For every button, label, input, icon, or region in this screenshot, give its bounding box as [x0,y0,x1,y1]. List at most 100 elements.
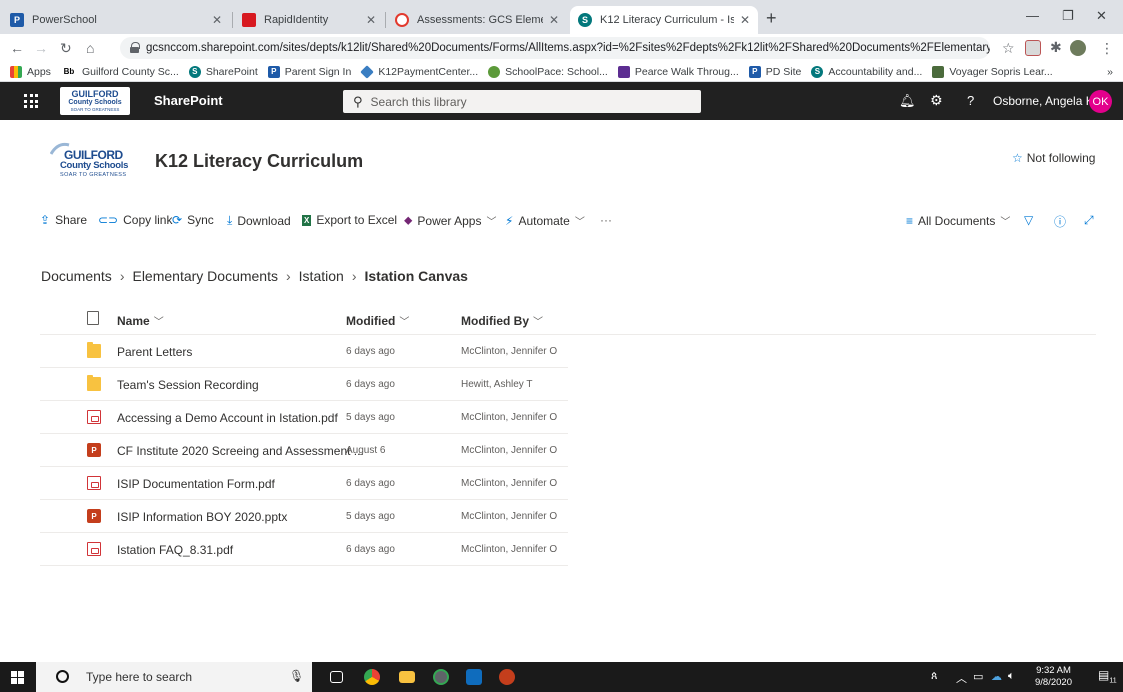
browser-toolbar: ← → ↻ ⌂ gcsnccom.sharepoint.com/sites/de… [0,34,1123,62]
table-row[interactable]: P CF Institute 2020 Screeing and Assessm… [40,434,568,467]
sync-button[interactable]: ⟳ Sync [172,213,214,227]
guilford-logo-small[interactable]: GUILFORD County Schools SOAR TO GREATNES… [60,87,130,115]
download-button[interactable]: ⤓ Download [227,213,291,228]
power-apps-menu[interactable]: ⬥ Power Apps ﹀ [404,213,496,228]
share-button[interactable]: ⇪ Share [40,213,87,227]
modified-date: 6 days ago [346,379,395,390]
forward-arrow-icon[interactable]: → [34,40,48,56]
chevron-up-icon[interactable]: ︿ [956,670,967,686]
powerpoint-taskbar-icon[interactable] [499,669,515,685]
browser-tab-rapididentity[interactable]: RapidIdentity ✕ [234,6,384,34]
bookmark-sharepoint[interactable]: S SharePoint [188,65,258,78]
filter-icon[interactable]: ▽ [1024,213,1033,227]
breadcrumb-documents[interactable]: Documents [41,268,112,284]
bookmark-k12paymentcenter[interactable]: K12PaymentCenter... [360,64,478,79]
table-row[interactable]: Accessing a Demo Account in Istation.pdf… [40,401,568,434]
file-name[interactable]: Parent Letters [117,345,192,359]
close-tab-icon[interactable]: ✕ [740,13,750,27]
close-tab-icon[interactable]: ✕ [212,13,222,27]
more-bookmarks-button[interactable]: » [1107,66,1113,78]
user-avatar[interactable]: OK [1089,90,1112,113]
file-name[interactable]: Team's Session Recording [117,378,259,392]
bookmark-parent-sign-in[interactable]: P Parent Sign In [267,65,351,78]
file-name[interactable]: ISIP Documentation Form.pdf [117,477,275,491]
column-header-modified-by[interactable]: Modified By ﹀ [461,313,543,328]
sharepoint-brand-link[interactable]: SharePoint [154,93,223,108]
breadcrumb-istation[interactable]: Istation [299,268,344,284]
more-commands-button[interactable]: ··· [600,213,612,227]
table-row[interactable]: P ISIP Information BOY 2020.pptx 5 days … [40,500,568,533]
onedrive-cloud-icon[interactable]: ☁ [991,670,1002,683]
back-arrow-icon[interactable]: ← [10,40,24,56]
file-name[interactable]: CF Institute 2020 Screeing and Assessmen… [117,444,364,458]
close-window-button[interactable]: ✕ [1096,8,1107,24]
file-type-column-icon[interactable] [87,311,99,325]
bookmark-schoolpace[interactable]: SchoolPace: School... [488,65,608,78]
browser-tab-powerschool[interactable]: P PowerSchool ✕ [2,6,230,34]
menu-kebab-icon[interactable]: ⋮ [1100,40,1114,57]
bookmark-guilford-county[interactable]: Bb Guilford County Sc... [61,66,179,78]
bookmark-voyager-sopris[interactable]: Voyager Sopris Lear... [932,65,1053,78]
view-selector[interactable]: ≡ All Documents ﹀ [906,213,1010,229]
browser-tab-k12-literacy[interactable]: S K12 Literacy Curriculum - Istation ✕ [570,6,758,34]
address-bar[interactable]: gcsnccom.sharepoint.com/sites/depts/k12l… [120,37,990,59]
help-question-icon[interactable]: ? [967,93,974,108]
bookmark-pearce-walk-through[interactable]: Pearce Walk Throug... [617,65,739,78]
volume-icon[interactable]: 🔈︎ [1008,670,1015,683]
lock-icon [130,42,140,53]
network-icon[interactable]: ▭ [973,670,983,683]
outlook-taskbar-icon[interactable] [466,669,482,685]
table-row[interactable]: ISIP Documentation Form.pdf 6 days ago M… [40,467,568,500]
bookmark-label: PD Site [765,65,802,78]
restore-button[interactable]: ❐ [1062,8,1074,24]
table-row[interactable]: Team's Session Recording 6 days ago Hewi… [40,368,568,401]
new-tab-button[interactable]: + [766,9,777,27]
forms-icon [617,65,630,78]
library-search-box[interactable]: ⚲ Search this library [343,90,701,113]
chrome-taskbar-icon[interactable] [364,669,380,685]
puzzle-extension-icon[interactable]: ✱ [1050,39,1062,56]
column-header-name[interactable]: Name ﹀ [117,313,164,328]
bookmark-accountability[interactable]: S Accountability and... [811,65,922,78]
site-title[interactable]: K12 Literacy Curriculum [155,151,363,172]
file-explorer-icon[interactable] [399,671,415,683]
close-tab-icon[interactable]: ✕ [549,13,559,27]
chrome-profile-taskbar-icon[interactable] [433,669,449,685]
notifications-icon[interactable]: ▤11 [1098,668,1117,684]
profile-avatar-icon[interactable] [1070,40,1086,56]
notifications-bell-icon[interactable]: 🔔︎ [899,93,916,109]
task-view-icon[interactable] [330,671,343,683]
file-name[interactable]: Istation FAQ_8.31.pdf [117,543,233,557]
reload-icon[interactable]: ↻ [60,40,72,57]
browser-tab-assessments[interactable]: Assessments: GCS Elementary El… ✕ [387,6,567,34]
close-tab-icon[interactable]: ✕ [366,13,376,27]
follow-button[interactable]: ☆ Not following [1012,151,1095,165]
table-row[interactable]: Parent Letters 6 days ago McClinton, Jen… [40,335,568,368]
pdf-icon [87,476,101,490]
file-name[interactable]: ISIP Information BOY 2020.pptx [117,510,287,524]
site-logo[interactable]: GUILFORD County Schools SOAR TO GREATNES… [44,142,134,180]
info-icon[interactable]: ⓘ [1054,213,1066,230]
microphone-icon[interactable]: 🎙︎ [289,669,304,683]
bookmark-apps[interactable]: Apps [10,65,51,78]
user-name[interactable]: Osborne, Angela K [993,94,1094,108]
bookmark-pd-site[interactable]: P PD Site [748,65,802,78]
pdf-extension-icon[interactable] [1025,40,1041,56]
file-name[interactable]: Accessing a Demo Account in Istation.pdf [117,411,338,425]
settings-gear-icon[interactable]: ⚙ [930,92,943,109]
column-header-modified[interactable]: Modified ﹀ [346,313,409,328]
automate-menu[interactable]: ⚡ Automate ﹀ [505,213,585,229]
taskbar-clock[interactable]: 9:32 AM 9/8/2020 [1035,665,1072,689]
expand-icon[interactable]: ⤢ [1084,213,1094,228]
windows-start-icon[interactable] [11,671,24,684]
table-row[interactable]: Istation FAQ_8.31.pdf 6 days ago McClint… [40,533,568,566]
copy-link-button[interactable]: ⊂⊃ Copy link [98,213,172,227]
app-launcher-waffle-icon[interactable] [24,94,38,108]
bookmark-star-icon[interactable]: ☆ [1002,40,1015,57]
home-icon[interactable]: ⌂ [86,40,94,56]
taskbar-search-box[interactable]: Type here to search 🎙︎ [36,662,312,692]
minimize-button[interactable]: — [1026,8,1039,23]
export-to-excel-button[interactable]: X Export to Excel [302,213,397,227]
people-icon[interactable]: ጰ [931,670,938,683]
breadcrumb-elementary-documents[interactable]: Elementary Documents [132,268,278,284]
